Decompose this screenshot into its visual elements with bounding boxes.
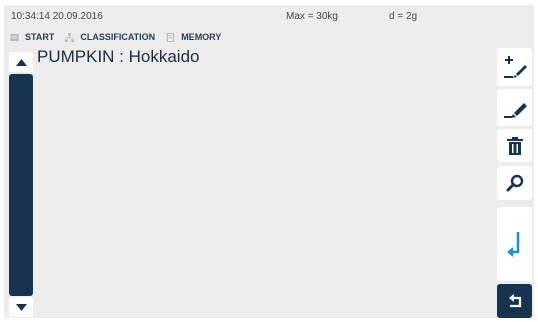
back-button[interactable] <box>497 284 532 318</box>
status-bar: 10:34:14 20.09.2016 Max = 30kg d = 2g <box>4 5 534 25</box>
trash-icon <box>506 136 523 155</box>
triangle-up-icon <box>15 58 27 66</box>
memory-icon <box>166 32 175 42</box>
sitemap-icon <box>65 32 75 42</box>
delete-button[interactable] <box>497 129 532 162</box>
division-text: d = 2g <box>389 11 418 22</box>
scroll-down-button[interactable] <box>9 297 33 317</box>
breadcrumb-label: CLASSIFICATION <box>80 32 156 42</box>
breadcrumb-item-start[interactable]: START <box>10 32 54 42</box>
back-arrow-icon <box>508 294 521 308</box>
max-load-text: Max = 30kg <box>286 11 338 22</box>
scroll-up-button[interactable] <box>9 52 33 72</box>
scrollbar-track[interactable] <box>9 74 33 296</box>
add-pen-icon <box>503 56 527 78</box>
search-icon <box>506 174 523 192</box>
home-icon <box>10 33 19 41</box>
add-button[interactable] <box>497 48 532 86</box>
enter-button[interactable] <box>497 207 532 281</box>
edit-button[interactable] <box>497 89 532 126</box>
breadcrumb: START CLASSIFICATION MEMORY <box>10 30 232 44</box>
edit-pen-icon <box>503 102 527 118</box>
breadcrumb-label: START <box>25 32 55 42</box>
datetime-text: 10:34:14 20.09.2016 <box>11 11 103 22</box>
screen: 10:34:14 20.09.2016 Max = 30kg d = 2g ST… <box>4 5 534 318</box>
search-button[interactable] <box>497 166 532 200</box>
item-title: PUMPKIN : Hokkaido <box>37 47 200 66</box>
breadcrumb-item-classification[interactable]: CLASSIFICATION <box>65 32 155 42</box>
breadcrumb-label: MEMORY <box>181 32 222 42</box>
breadcrumb-item-memory[interactable]: MEMORY <box>166 32 221 42</box>
triangle-down-icon <box>15 303 27 311</box>
enter-arrow-icon <box>506 232 519 257</box>
